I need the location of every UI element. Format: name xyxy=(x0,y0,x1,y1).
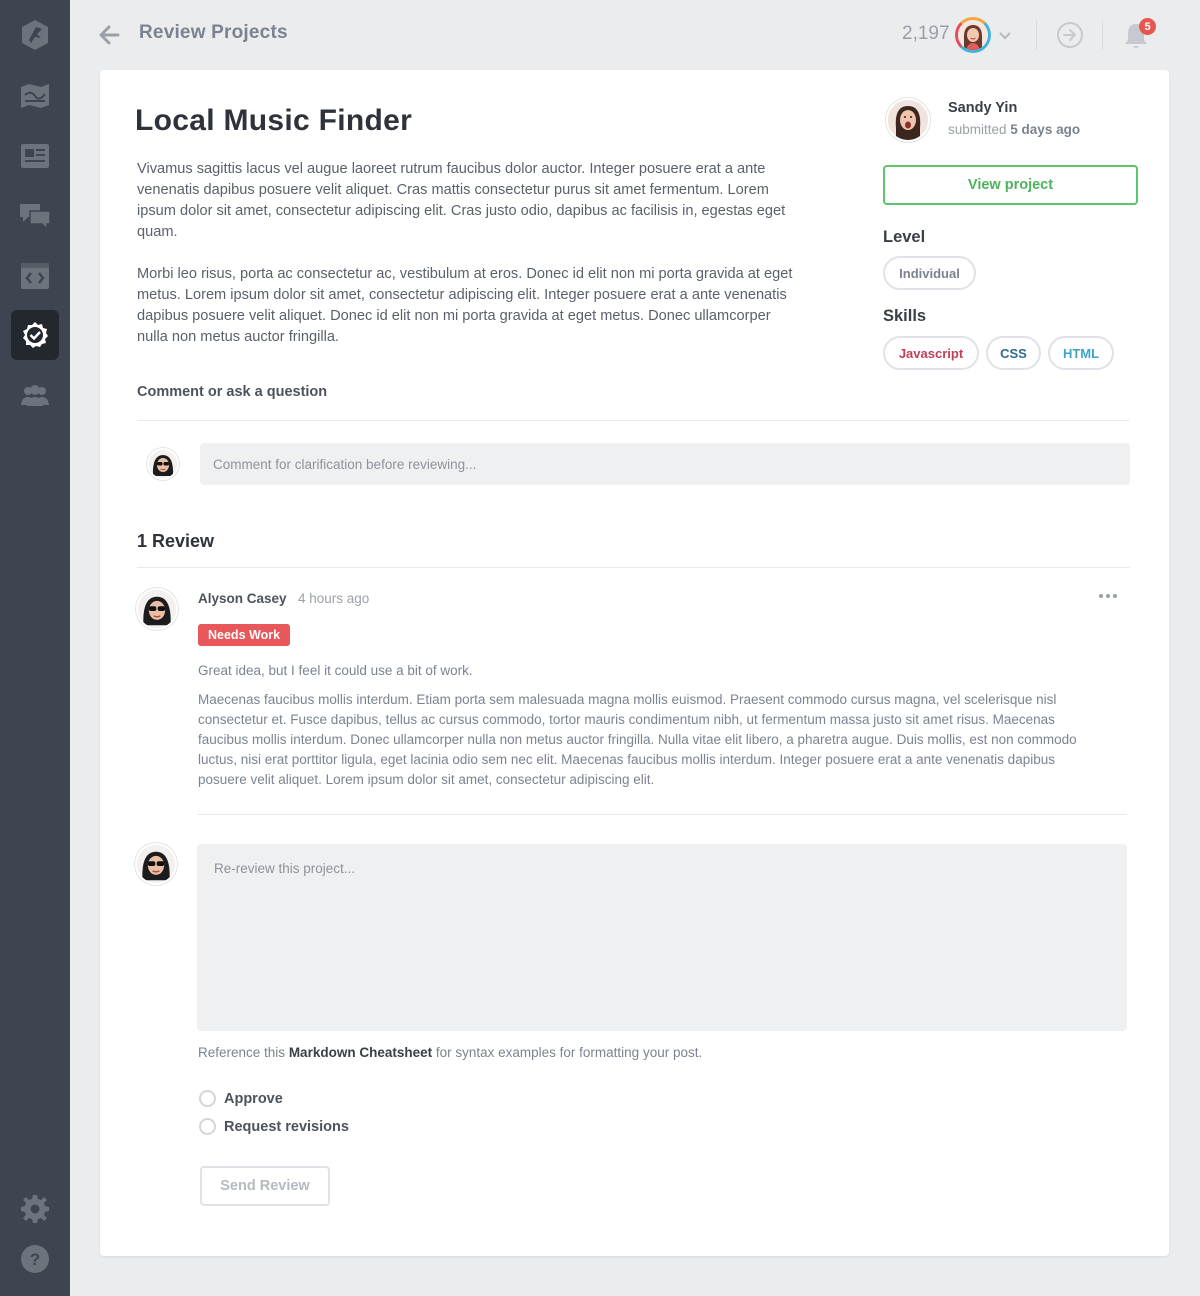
chat-icon xyxy=(20,204,51,230)
sidebar-item-help[interactable]: ? xyxy=(11,1234,59,1284)
submitter-avatar-image xyxy=(888,100,928,140)
markdown-reference: Reference this Markdown Cheatsheet for s… xyxy=(198,1045,702,1060)
divider xyxy=(197,814,1127,815)
review-check-icon xyxy=(23,322,48,348)
level-pill[interactable]: Individual xyxy=(883,256,976,290)
sidebar-item-workspace[interactable] xyxy=(11,251,59,301)
news-icon xyxy=(21,144,49,168)
user-avatar[interactable] xyxy=(955,17,991,53)
divider xyxy=(1036,20,1037,50)
skill-pill-javascript[interactable]: Javascript xyxy=(883,336,979,370)
current-user-avatar-image xyxy=(137,845,175,883)
submitted-when: 5 days ago xyxy=(1010,122,1081,137)
back-arrow-icon[interactable] xyxy=(98,24,120,46)
reviewer-avatar-image xyxy=(138,590,176,628)
gear-icon xyxy=(21,1195,49,1223)
skill-pill-html[interactable]: HTML xyxy=(1048,336,1114,370)
level-heading: Level xyxy=(883,228,926,246)
submitter-name[interactable]: Sandy Yin xyxy=(948,100,1017,116)
sidebar-item-home[interactable] xyxy=(11,10,59,60)
rereview-textarea[interactable] xyxy=(197,844,1127,1031)
project-title: Local Music Finder xyxy=(135,104,413,137)
approve-radio[interactable] xyxy=(199,1090,216,1107)
sidebar-item-news[interactable] xyxy=(11,131,59,181)
sidebar-item-forum[interactable] xyxy=(11,191,59,241)
points-count: 2,197 xyxy=(902,23,950,44)
markdown-cheatsheet-link[interactable]: Markdown Cheatsheet xyxy=(289,1045,432,1060)
reviews-heading: 1 Review xyxy=(137,531,215,551)
reviewer-name[interactable]: Alyson Casey xyxy=(198,591,287,606)
divider xyxy=(137,567,1130,568)
current-user-avatar xyxy=(135,843,177,885)
comment-label: Comment or ask a question xyxy=(137,384,328,400)
code-window-icon xyxy=(21,263,49,289)
more-options-icon[interactable] xyxy=(1098,592,1118,600)
status-badge: Needs Work xyxy=(198,624,291,646)
project-description: Vivamus sagittis lacus vel augue laoreet… xyxy=(137,161,786,240)
sidebar-item-tracks[interactable] xyxy=(11,71,59,121)
user-avatar-image xyxy=(958,20,988,50)
project-card: Local Music Finder Vivamus sagittis lacu… xyxy=(100,70,1169,1256)
approve-label: Approve xyxy=(224,1090,283,1107)
community-icon xyxy=(21,385,49,406)
request-revisions-option[interactable]: Request revisions xyxy=(199,1118,349,1135)
logo-icon xyxy=(22,20,48,50)
view-project-button[interactable]: View project xyxy=(883,165,1138,205)
divider xyxy=(1102,20,1103,50)
exit-arrow-icon[interactable] xyxy=(1056,21,1084,49)
send-review-button[interactable]: Send Review xyxy=(200,1166,330,1206)
comment-input[interactable] xyxy=(200,443,1130,485)
sidebar-item-review[interactable] xyxy=(11,310,59,360)
divider xyxy=(137,420,1130,421)
chevron-down-icon[interactable] xyxy=(998,28,1012,42)
request-revisions-radio[interactable] xyxy=(199,1118,216,1135)
approve-option[interactable]: Approve xyxy=(199,1090,283,1107)
top-bar: Review Projects 2,197 5 xyxy=(70,0,1200,70)
map-icon xyxy=(21,84,49,108)
notification-badge: 5 xyxy=(1139,18,1156,35)
page-title: Review Projects xyxy=(139,22,288,43)
sidebar: ? xyxy=(0,0,70,1296)
md-ref-suffix: for syntax examples for formatting your … xyxy=(435,1045,703,1060)
sidebar-item-settings[interactable] xyxy=(11,1184,59,1234)
request-revisions-label: Request revisions xyxy=(224,1118,349,1135)
reviewer-avatar[interactable] xyxy=(136,588,178,630)
submitted-time: submitted 5 days ago xyxy=(948,122,1080,137)
submitter-avatar[interactable] xyxy=(886,98,930,142)
current-user-avatar xyxy=(147,448,179,480)
submitted-prefix: submitted xyxy=(948,122,1007,137)
svg-text:?: ? xyxy=(30,1250,40,1269)
current-user-avatar-image xyxy=(149,450,177,478)
skills-heading: Skills xyxy=(883,307,927,325)
review-time: 4 hours ago xyxy=(298,591,370,606)
review-body: Maecenas faucibus mollis interdum. Etiam… xyxy=(198,692,1077,787)
project-description: Morbi leo risus, porta ac consectetur ac… xyxy=(137,266,793,345)
sidebar-item-community[interactable] xyxy=(11,370,59,420)
help-icon: ? xyxy=(21,1245,49,1273)
skill-pill-css[interactable]: CSS xyxy=(986,336,1041,370)
md-ref-prefix: Reference this xyxy=(198,1045,286,1060)
review-summary: Great idea, but I feel it could use a bi… xyxy=(198,663,473,678)
